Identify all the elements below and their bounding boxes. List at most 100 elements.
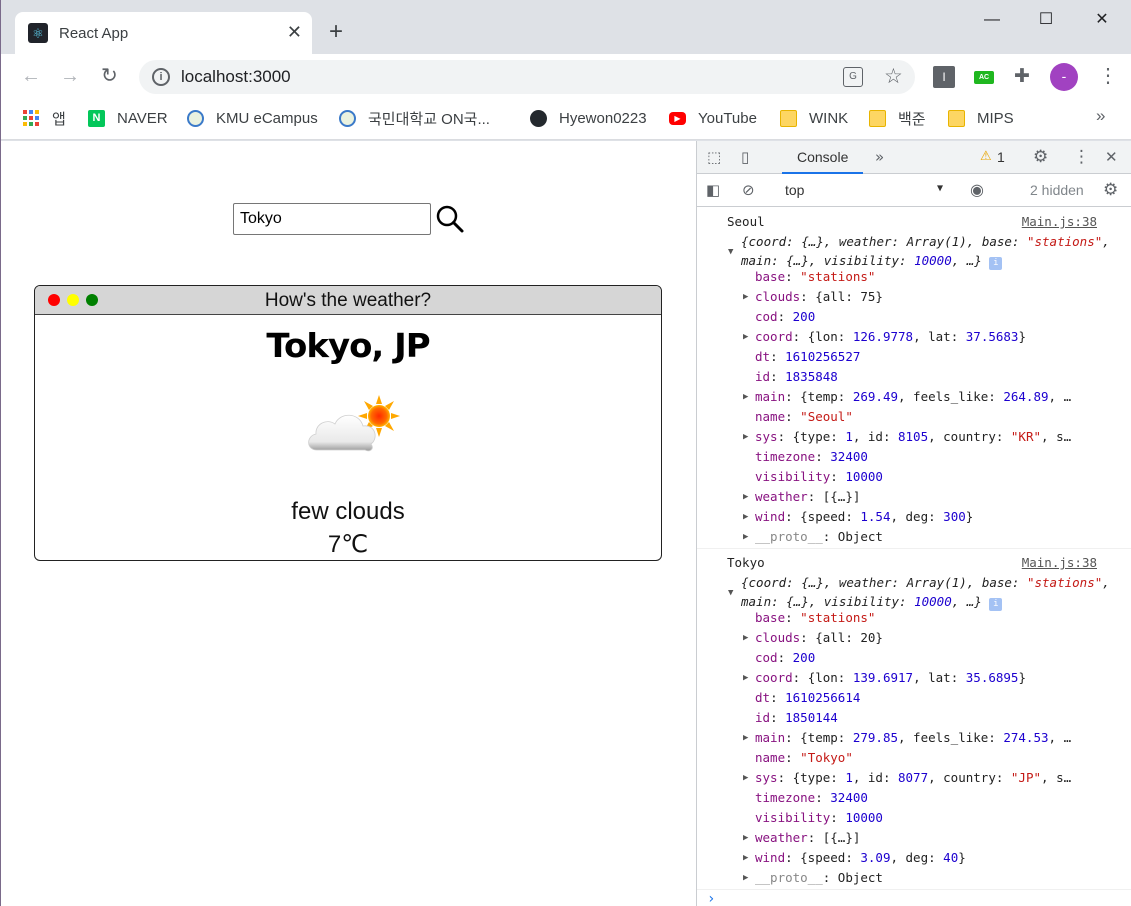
hidden-messages-count[interactable]: 2 hidden xyxy=(1030,182,1084,198)
object-summary[interactable]: {coord: {…}, weather: Array(1), base: "s… xyxy=(741,573,1111,613)
device-toolbar-icon[interactable]: ▯ xyxy=(741,147,749,167)
bookmark-mips[interactable]: MIPS xyxy=(948,106,1014,130)
folder-icon xyxy=(948,109,965,127)
warning-icon[interactable]: ⚠ xyxy=(980,147,992,167)
warning-count[interactable]: 1 xyxy=(997,147,1005,167)
collapsed-triangle-icon[interactable]: ▶ xyxy=(743,507,748,527)
naver-icon: N xyxy=(88,109,105,127)
prop-dt: dt: 1610256527 xyxy=(755,349,861,364)
prop-clouds[interactable]: clouds: {all: 75} xyxy=(755,287,883,307)
source-link[interactable]: Main.js:38 xyxy=(1022,553,1097,573)
prop-sys[interactable]: sys: {type: 1, id: 8077, country: "JP", … xyxy=(755,768,1103,788)
collapsed-triangle-icon[interactable]: ▶ xyxy=(743,628,748,648)
bookmark-star-icon[interactable]: ☆ xyxy=(884,64,903,89)
address-bar[interactable]: i localhost:3000 G ☆ xyxy=(139,60,915,94)
prop-name: name: "Tokyo" xyxy=(755,750,853,765)
collapsed-triangle-icon[interactable]: ▶ xyxy=(743,668,748,688)
profile-avatar[interactable]: - xyxy=(1050,63,1078,91)
console-prompt-icon[interactable]: › xyxy=(707,891,715,906)
back-icon[interactable]: ← xyxy=(21,64,41,88)
card-title: How's the weather? xyxy=(264,290,432,311)
translate-icon[interactable]: G xyxy=(843,67,863,87)
close-window-icon[interactable]: ✕ xyxy=(1074,6,1130,36)
chrome-menu-icon[interactable]: ⋮ xyxy=(1098,64,1118,88)
bookmark-apps[interactable]: 앱 xyxy=(23,106,66,130)
devtools-menu-icon[interactable]: ⋮ xyxy=(1073,147,1090,167)
reload-icon[interactable]: ↻ xyxy=(101,64,118,88)
prop-proto[interactable]: __proto__: Object xyxy=(755,868,883,888)
prop-sys[interactable]: sys: {type: 1, id: 8105, country: "KR", … xyxy=(755,427,1103,447)
prop-wind[interactable]: wind: {speed: 3.09, deg: 40} xyxy=(755,848,966,868)
prop-wind[interactable]: wind: {speed: 1.54, deg: 300} xyxy=(755,507,973,527)
more-bookmarks-icon[interactable]: » xyxy=(1096,106,1105,126)
prop-base: base: "stations" xyxy=(755,610,876,625)
tab-console[interactable]: Console xyxy=(782,141,864,174)
collapsed-triangle-icon[interactable]: ▶ xyxy=(743,287,748,307)
browser-window: ⚛ React App ✕ + — ☐ ✕ ← → ↻ i localhost:… xyxy=(0,0,1131,906)
live-expression-eye-icon[interactable]: ◉ xyxy=(970,180,984,200)
collapsed-triangle-icon[interactable]: ▶ xyxy=(743,387,748,407)
collapsed-triangle-icon[interactable]: ▶ xyxy=(743,848,748,868)
expanded-triangle-icon[interactable]: ▼ xyxy=(728,242,733,262)
bookmark-naver[interactable]: N NAVER xyxy=(88,106,168,130)
log-label: Tokyo xyxy=(727,555,765,570)
prop-coord[interactable]: coord: {lon: 126.9778, lat: 37.5683} xyxy=(755,327,1026,347)
prop-visibility: visibility: 10000 xyxy=(755,469,883,484)
url-text[interactable]: localhost:3000 xyxy=(181,67,291,87)
new-tab-button[interactable]: + xyxy=(329,20,343,44)
search-icon[interactable] xyxy=(435,203,465,235)
console-settings-icon[interactable]: ⚙ xyxy=(1103,180,1118,200)
object-summary[interactable]: {coord: {…}, weather: Array(1), base: "s… xyxy=(741,232,1111,272)
site-info-icon[interactable]: i xyxy=(152,68,170,86)
settings-gear-icon[interactable]: ⚙ xyxy=(1033,147,1048,167)
prop-weather[interactable]: weather: [{…}] xyxy=(755,487,860,507)
console-output: Seoul Main.js:38 ▼ {coord: {…}, weather: … xyxy=(697,208,1131,906)
collapsed-triangle-icon[interactable]: ▶ xyxy=(743,868,748,888)
prop-base: base: "stations" xyxy=(755,269,876,284)
collapsed-triangle-icon[interactable]: ▶ xyxy=(743,728,748,748)
extension-i-icon[interactable]: I xyxy=(933,66,955,88)
collapsed-triangle-icon[interactable]: ▶ xyxy=(743,527,748,547)
prop-weather[interactable]: weather: [{…}] xyxy=(755,828,860,848)
kmu-icon xyxy=(187,109,204,127)
collapsed-triangle-icon[interactable]: ▶ xyxy=(743,327,748,347)
expanded-triangle-icon[interactable]: ▼ xyxy=(728,583,733,603)
forward-icon[interactable]: → xyxy=(60,64,80,88)
kmu-icon xyxy=(339,109,356,127)
source-link[interactable]: Main.js:38 xyxy=(1022,212,1097,232)
bookmark-kmu-ecampus[interactable]: KMU eCampus xyxy=(187,106,318,130)
context-selector[interactable]: top xyxy=(785,182,804,198)
bookmark-youtube[interactable]: ▶ YouTube xyxy=(669,106,757,130)
prop-main[interactable]: main: {temp: 279.85, feels_like: 274.53,… xyxy=(755,728,1103,748)
collapsed-triangle-icon[interactable]: ▶ xyxy=(743,487,748,507)
minimize-icon[interactable]: — xyxy=(964,6,1020,36)
bookmark-github[interactable]: Hyewon0223 xyxy=(530,106,647,130)
close-devtools-icon[interactable]: ✕ xyxy=(1105,147,1118,167)
collapsed-triangle-icon[interactable]: ▶ xyxy=(743,768,748,788)
bookmarks-bar: 앱 N NAVER KMU eCampus 국민대학교 ON국... Hyewo… xyxy=(1,100,1131,140)
react-favicon-icon: ⚛ xyxy=(28,23,48,43)
prop-dt: dt: 1610256614 xyxy=(755,690,861,705)
more-tabs-icon[interactable]: » xyxy=(875,147,884,167)
bookmark-kmu-on[interactable]: 국민대학교 ON국... xyxy=(339,106,490,130)
chevron-down-icon[interactable]: ▼ xyxy=(937,183,943,194)
collapsed-triangle-icon[interactable]: ▶ xyxy=(743,427,748,447)
collapsed-triangle-icon[interactable]: ▶ xyxy=(743,828,748,848)
sidebar-toggle-icon[interactable]: ◧ xyxy=(706,180,720,200)
extensions-puzzle-icon[interactable]: ✚ xyxy=(1014,66,1030,88)
prop-main[interactable]: main: {temp: 269.49, feels_like: 264.89,… xyxy=(755,387,1103,407)
browser-tab[interactable]: ⚛ React App ✕ xyxy=(15,12,312,54)
bookmark-baekjoon[interactable]: 백준 xyxy=(869,106,926,130)
clear-console-icon[interactable]: ⊘ xyxy=(742,180,755,200)
city-search-input[interactable] xyxy=(233,203,431,235)
city-name: Tokyo, JP xyxy=(266,326,430,365)
prop-proto[interactable]: __proto__: Object xyxy=(755,527,883,547)
prop-clouds[interactable]: clouds: {all: 20} xyxy=(755,628,883,648)
extension-ac-icon[interactable]: AC xyxy=(974,71,994,84)
inspect-element-icon[interactable]: ⬚ xyxy=(707,147,721,167)
maximize-icon[interactable]: ☐ xyxy=(1018,6,1074,36)
prop-coord[interactable]: coord: {lon: 139.6917, lat: 35.6895} xyxy=(755,668,1026,688)
close-tab-icon[interactable]: ✕ xyxy=(287,23,302,41)
bookmark-wink[interactable]: WINK xyxy=(780,106,848,130)
prop-name: name: "Seoul" xyxy=(755,409,853,424)
